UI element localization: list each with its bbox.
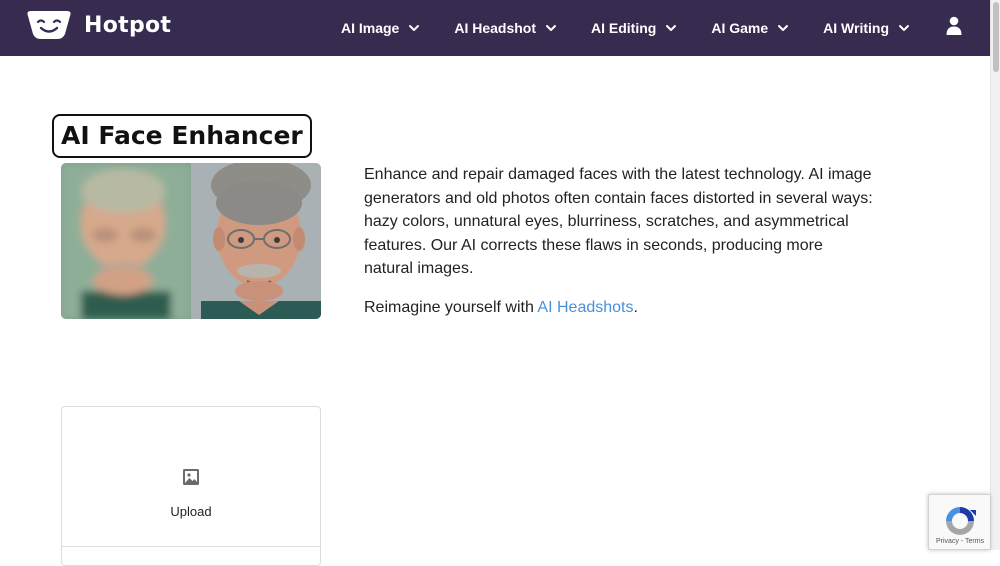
nav-item-ai-game[interactable]: AI Game bbox=[711, 20, 789, 36]
chevron-down-icon bbox=[778, 25, 789, 31]
nav-item-label: AI Headshot bbox=[454, 20, 537, 36]
chevron-down-icon bbox=[899, 25, 909, 31]
after-photo bbox=[191, 163, 321, 319]
nav-item-ai-headshot[interactable]: AI Headshot bbox=[454, 20, 557, 36]
recaptcha-privacy-terms[interactable]: Privacy - Terms bbox=[929, 538, 991, 545]
reimagine-text: Reimagine yourself with AI Headshots. bbox=[364, 296, 874, 320]
ai-headshots-link[interactable]: AI Headshots bbox=[537, 299, 633, 316]
nav-item-label: AI Editing bbox=[591, 20, 657, 36]
chevron-down-icon bbox=[666, 25, 677, 31]
scrollbar-thumb[interactable] bbox=[993, 2, 999, 72]
recaptcha-badge[interactable]: Privacy - Terms bbox=[928, 494, 990, 550]
hotpot-logo[interactable]: Hotpot bbox=[26, 10, 171, 40]
top-navbar: Hotpot AI Image AI Headshot AI Editing A… bbox=[0, 0, 990, 56]
page-scrollbar[interactable] bbox=[990, 0, 1000, 550]
nav-item-label: AI Image bbox=[340, 20, 400, 36]
upload-label: Upload bbox=[170, 504, 212, 519]
recaptcha-icon bbox=[946, 507, 976, 535]
chevron-down-icon bbox=[546, 25, 557, 31]
main-nav: AI Image AI Headshot AI Editing AI Game … bbox=[307, 0, 910, 56]
nav-item-ai-editing[interactable]: AI Editing bbox=[591, 20, 677, 36]
reimagine-prefix: Reimagine yourself with bbox=[364, 298, 538, 316]
user-account-icon[interactable] bbox=[946, 16, 962, 36]
upload-dropzone[interactable]: Upload bbox=[61, 406, 321, 566]
before-photo bbox=[61, 163, 191, 319]
page-title: AI Face Enhancer bbox=[52, 113, 312, 158]
nav-item-label: AI Game bbox=[711, 20, 769, 36]
before-after-example-image bbox=[61, 163, 321, 319]
nav-item-label: AI Writing bbox=[823, 20, 889, 36]
image-icon bbox=[183, 469, 199, 485]
hotpot-logo-icon bbox=[27, 11, 71, 39]
nav-item-ai-image[interactable]: AI Image bbox=[341, 20, 420, 36]
brand-name: Hotpot bbox=[84, 12, 172, 38]
nav-item-ai-writing[interactable]: AI Writing bbox=[823, 20, 910, 36]
reimagine-suffix: . bbox=[633, 298, 638, 316]
description-text: Enhance and repair damaged faces with th… bbox=[364, 166, 873, 277]
description-section: Enhance and repair damaged faces with th… bbox=[364, 163, 874, 319]
upload-divider bbox=[62, 546, 320, 547]
chevron-down-icon bbox=[409, 25, 420, 31]
